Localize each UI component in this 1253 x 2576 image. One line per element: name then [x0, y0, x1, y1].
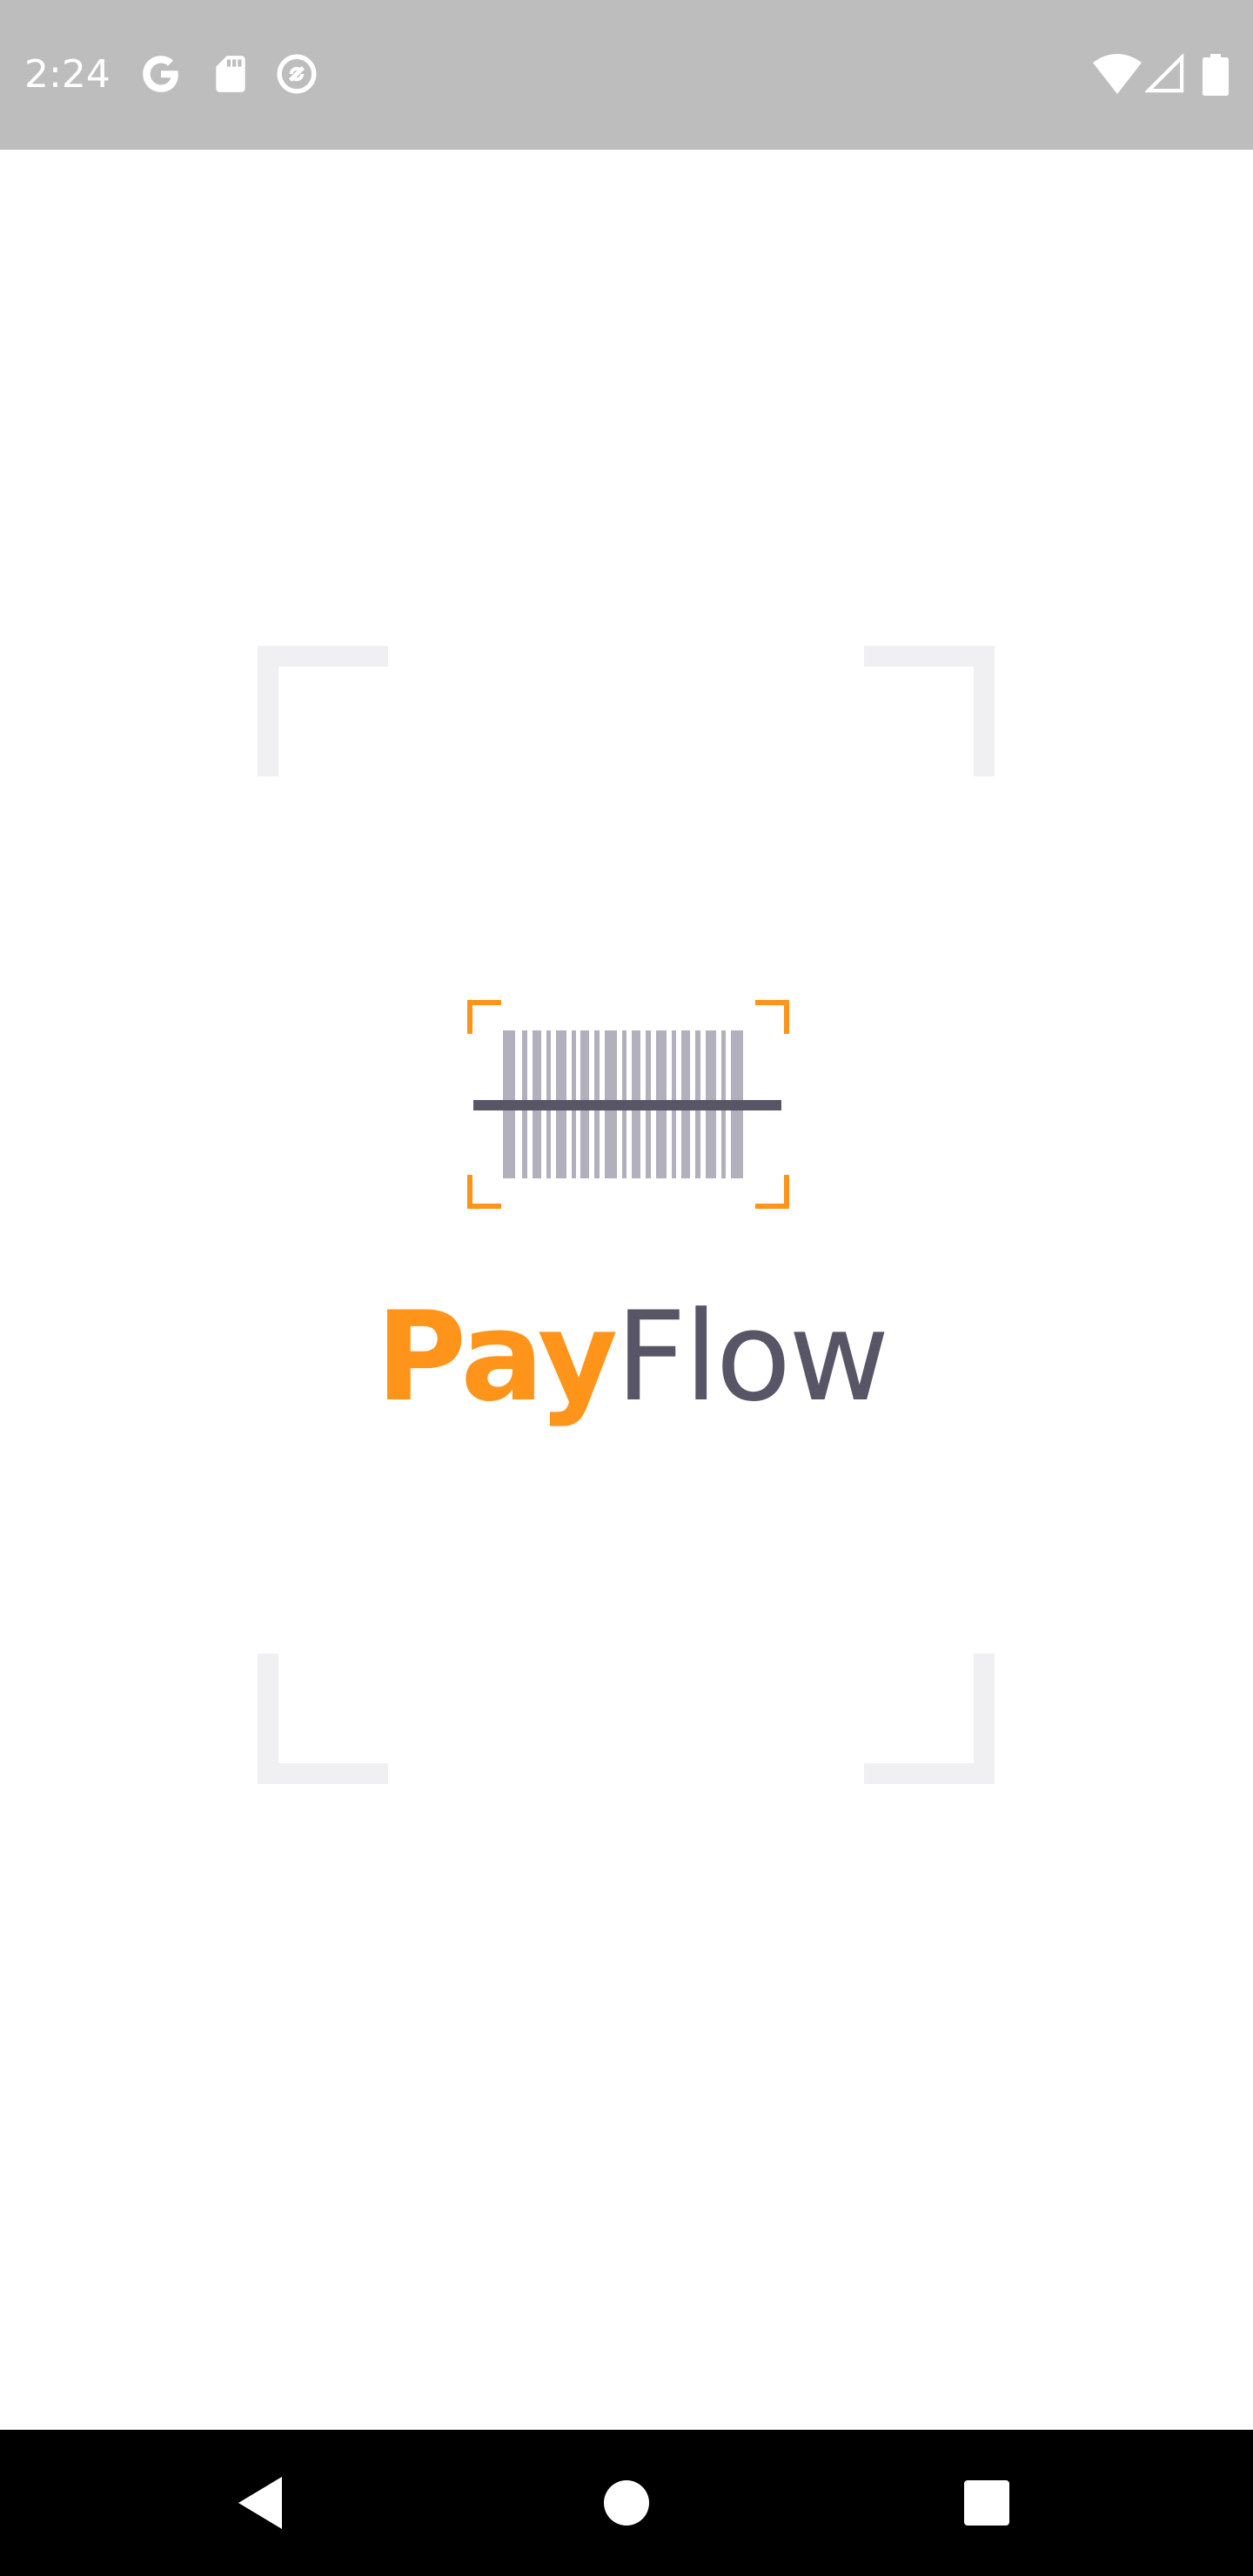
status-bar: 2:24: [0, 0, 1253, 150]
google-icon: [139, 52, 183, 96]
sd-card-icon: [209, 52, 252, 96]
frame-corner-bottom-right: [864, 1654, 995, 1784]
back-icon[interactable]: [219, 2461, 303, 2545]
recents-icon[interactable]: [945, 2461, 1029, 2545]
barcode-scan-logo: [467, 1000, 789, 1209]
frame-corner-bottom-left: [258, 1654, 388, 1784]
frame-corner-top-left: [258, 646, 388, 776]
no-sync-icon: [275, 52, 318, 96]
cell-signal-icon: [1143, 52, 1185, 94]
home-icon[interactable]: [585, 2461, 668, 2545]
frame-corner-top-right: [864, 646, 995, 776]
status-time: 2:24: [24, 52, 111, 97]
wifi-icon: [1093, 54, 1142, 97]
app-wordmark: PayFlow: [376, 1284, 889, 1432]
battery-icon: [1203, 54, 1229, 96]
wordmark-pay: Pay: [376, 1285, 618, 1429]
wordmark-flow: Flow: [615, 1285, 889, 1429]
